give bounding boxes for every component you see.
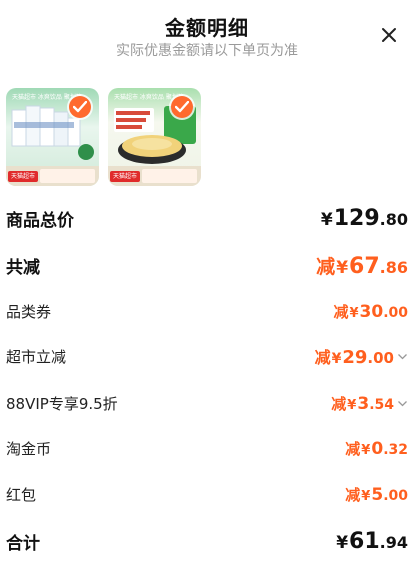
amount-integer: 30 <box>359 301 384 322</box>
amount-decimal: .32 <box>383 441 408 458</box>
store-tag: 天猫超市 <box>8 171 39 182</box>
amount-decimal: .00 <box>383 304 408 321</box>
total-discount-amount: 减 ¥ 67 .86 <box>316 252 408 279</box>
taojin-coin-amount: 减 ¥ 0 .32 <box>345 438 408 459</box>
total-price-label: 商品总价 <box>6 210 74 231</box>
discount-prefix: 减 <box>345 485 361 504</box>
vip-discount-label: 88VIP专享9.5折 <box>6 394 118 413</box>
currency-symbol: ¥ <box>347 397 357 413</box>
total-discount-label: 共减 <box>6 257 40 278</box>
amount-integer: 0 <box>371 438 384 459</box>
category-coupon-label: 品类券 <box>6 302 52 321</box>
store-tag: 天猫超市 <box>110 171 141 182</box>
chevron-down-icon[interactable] <box>397 351 408 362</box>
checkmark-icon[interactable] <box>171 96 193 118</box>
market-discount-row[interactable]: 超市立减 减 ¥ 29 .00 <box>6 341 408 371</box>
currency-symbol: ¥ <box>320 209 333 230</box>
amount-integer: 3 <box>357 393 370 414</box>
amount-decimal: .94 <box>379 532 408 552</box>
currency-symbol: ¥ <box>361 442 371 458</box>
grand-total-label: 合计 <box>6 533 40 554</box>
amount-integer: 129 <box>333 205 380 231</box>
market-discount-amount: 减 ¥ 29 .00 <box>315 344 408 368</box>
currency-symbol: ¥ <box>331 351 342 367</box>
product-thumbnail[interactable]: 天猫超市 冰爽饮品 聚划算 天猫超市 <box>6 88 99 186</box>
amount-integer: 67 <box>349 253 380 279</box>
total-price-row: 商品总价 ¥ 129 .80 <box>6 203 408 233</box>
category-coupon-row: 品类券 减 ¥ 30 .00 <box>6 296 408 326</box>
chevron-down-icon[interactable] <box>397 398 408 409</box>
grand-total-row: 合计 ¥ 61 .94 <box>6 526 408 556</box>
category-coupon-amount: 减 ¥ 30 .00 <box>333 301 408 322</box>
product-thumbnail[interactable]: 天猫超市 冰爽饮品 聚划算 天猫超市 <box>108 88 201 186</box>
currency-symbol: ¥ <box>336 257 349 278</box>
market-discount-label: 超市立减 <box>6 347 67 366</box>
vip-discount-row[interactable]: 88VIP专享9.5折 减 ¥ 3 .54 <box>6 388 408 418</box>
amount-decimal: .86 <box>379 257 408 277</box>
header: 金额明细 实际优惠金额请以下单页为准 <box>0 0 414 70</box>
taojin-coin-row: 淘金币 减 ¥ 0 .32 <box>6 433 408 463</box>
amount-integer: 29 <box>342 347 368 368</box>
currency-symbol: ¥ <box>336 532 349 553</box>
discount-prefix: 减 <box>314 348 331 367</box>
amount-decimal: .80 <box>379 209 408 229</box>
promo-strip <box>40 169 95 183</box>
discount-prefix: 减 <box>333 302 349 321</box>
currency-symbol: ¥ <box>361 488 371 504</box>
discount-prefix: 减 <box>331 394 347 413</box>
amount-decimal: .54 <box>369 396 394 413</box>
taojin-coin-label: 淘金币 <box>6 439 52 458</box>
red-packet-label: 红包 <box>6 485 37 504</box>
vip-discount-amount: 减 ¥ 3 .54 <box>331 393 408 414</box>
discount-prefix: 减 <box>345 439 361 458</box>
amount-decimal: .00 <box>367 349 394 367</box>
red-packet-row: 红包 减 ¥ 5 .00 <box>6 479 408 509</box>
amount-integer: 5 <box>371 484 384 505</box>
checkmark-icon[interactable] <box>69 96 91 118</box>
total-price-amount: ¥ 129 .80 <box>320 206 408 231</box>
currency-symbol: ¥ <box>349 305 359 321</box>
page-title: 金额明细 <box>165 16 249 40</box>
red-packet-amount: 减 ¥ 5 .00 <box>345 484 408 505</box>
promo-strip <box>142 169 197 183</box>
amount-integer: 61 <box>349 528 380 554</box>
discount-prefix: 减 <box>316 255 336 278</box>
amount-decimal: .00 <box>383 487 408 504</box>
page-subtitle: 实际优惠金额请以下单页为准 <box>116 43 298 59</box>
grand-total-amount: ¥ 61 .94 <box>335 529 408 554</box>
close-icon[interactable] <box>380 26 398 44</box>
total-discount-row: 共减 减 ¥ 67 .86 <box>6 250 408 280</box>
